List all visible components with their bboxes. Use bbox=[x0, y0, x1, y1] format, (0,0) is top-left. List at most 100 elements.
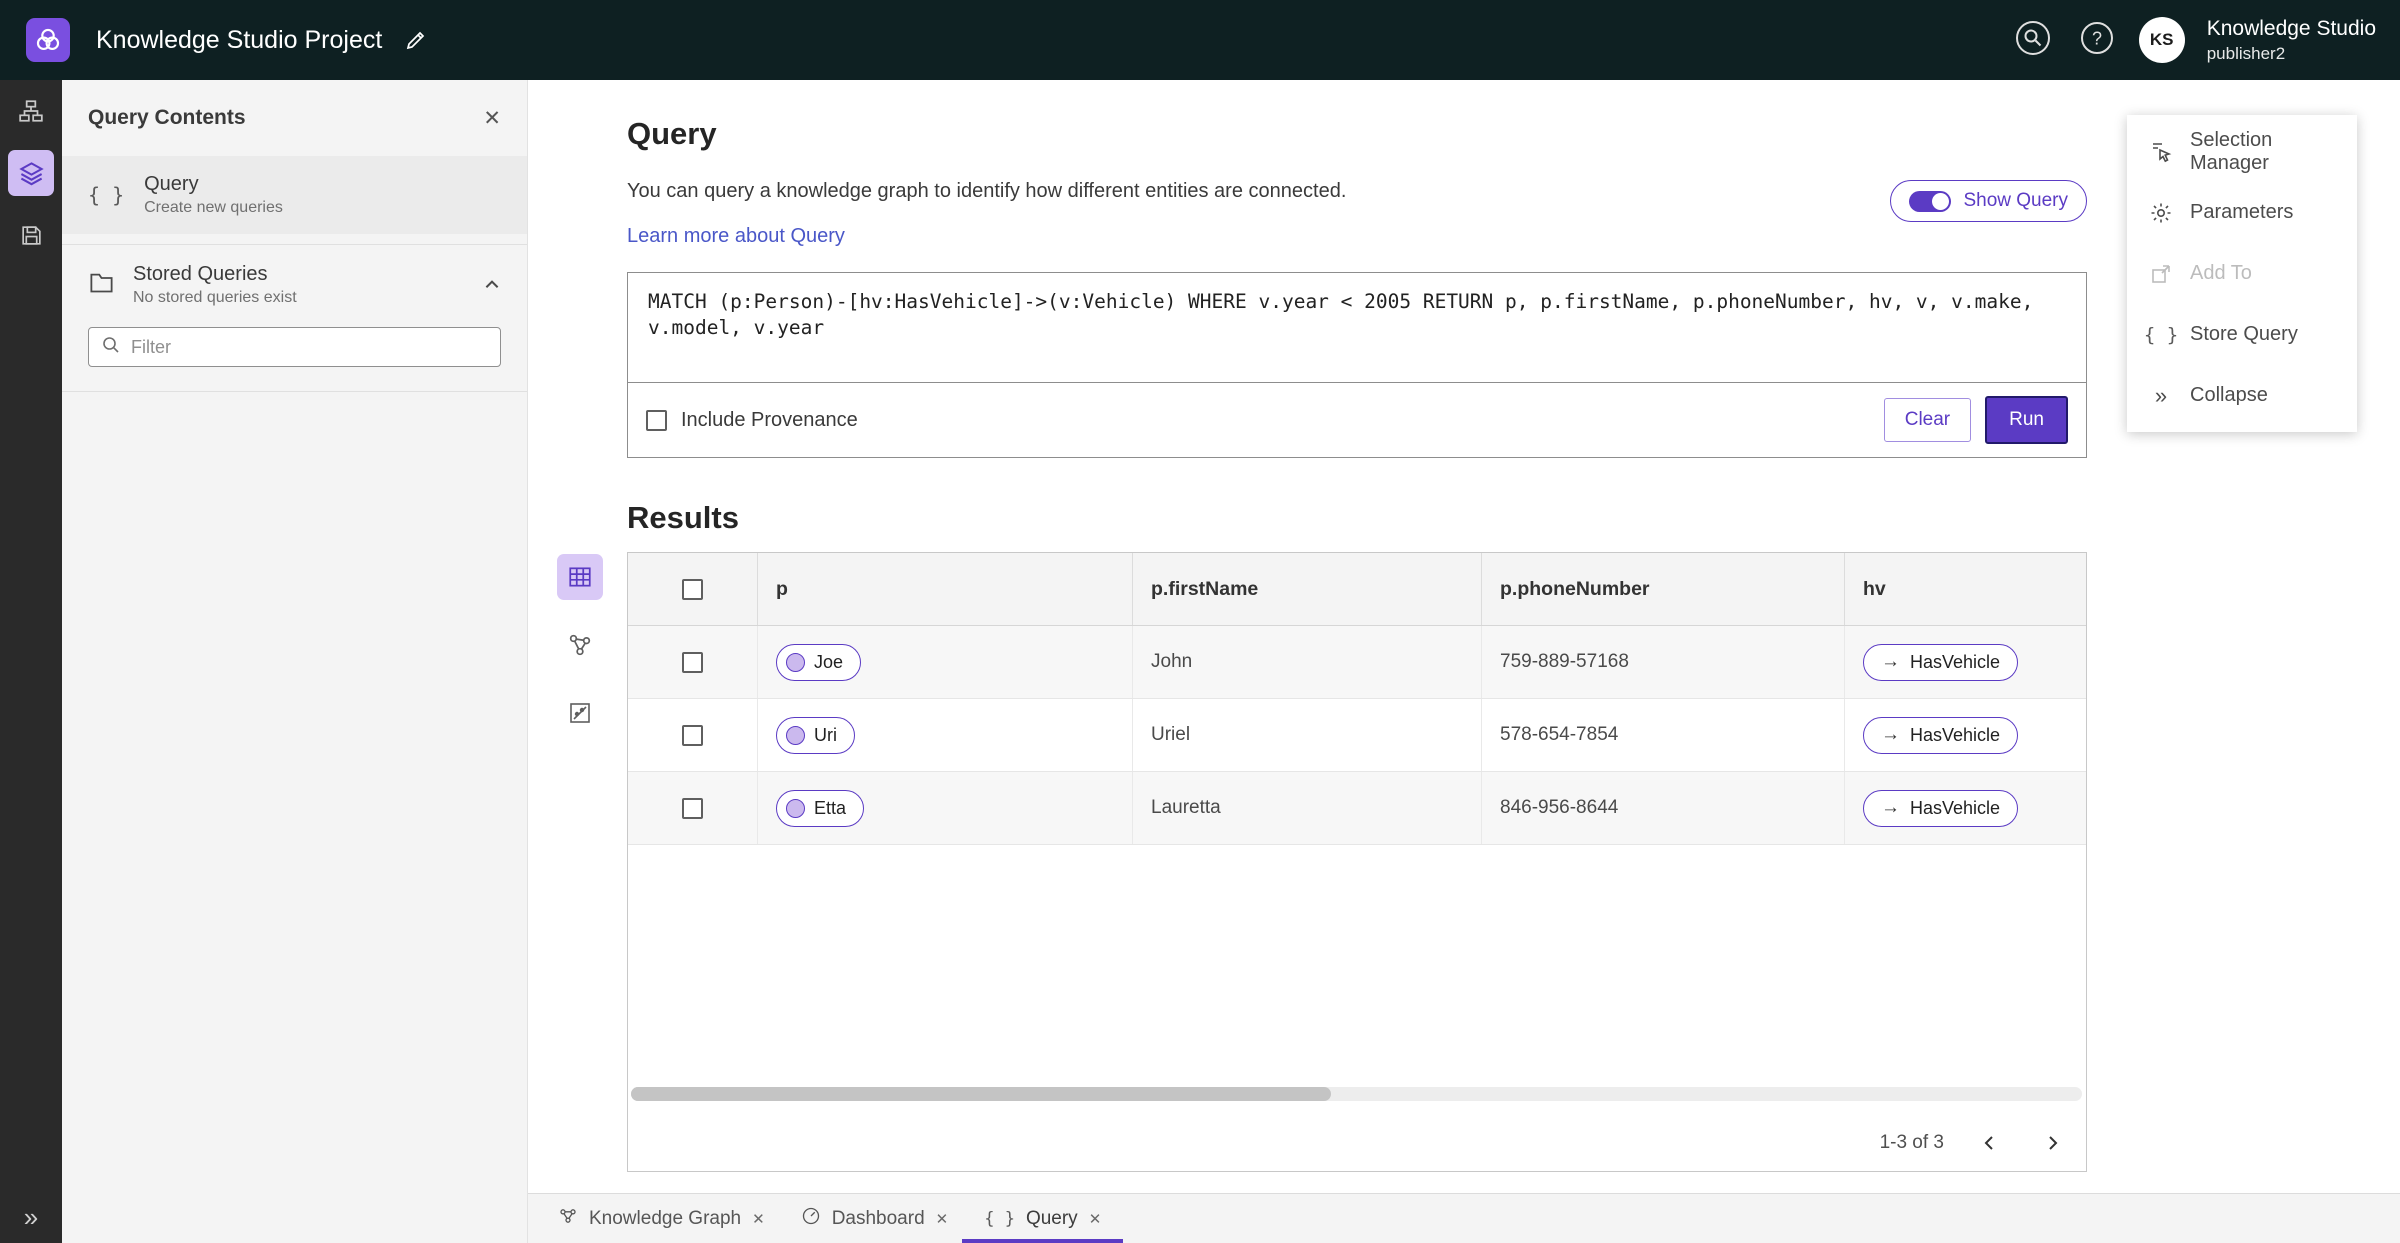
results-title: Results bbox=[627, 500, 739, 535]
tab-knowledge-graph[interactable]: Knowledge Graph ✕ bbox=[540, 1194, 783, 1243]
query-controls: Include Provenance Clear Run bbox=[628, 383, 2086, 457]
node-icon bbox=[786, 798, 805, 818]
graph-view-button[interactable] bbox=[557, 622, 603, 668]
edge-label: HasVehicle bbox=[1910, 797, 2001, 818]
collapse-icon: » bbox=[2154, 382, 2168, 408]
node-pill[interactable]: Etta bbox=[776, 789, 865, 827]
panel-title: Query Contents bbox=[88, 106, 246, 129]
user-role: publisher2 bbox=[2206, 43, 2286, 63]
column-header-firstname[interactable]: p.firstName bbox=[1133, 553, 1482, 625]
row-checkbox[interactable] bbox=[682, 651, 703, 673]
scrollbar-thumb[interactable] bbox=[631, 1087, 1331, 1101]
chart-view-button[interactable] bbox=[557, 690, 603, 736]
sidebar-item-query[interactable]: { } Query Create new queries bbox=[62, 156, 527, 234]
horizontal-scrollbar[interactable] bbox=[631, 1087, 2082, 1101]
select-all-checkbox[interactable] bbox=[682, 578, 703, 600]
query-textarea[interactable]: MATCH (p:Person)-[hv:HasVehicle]->(v:Veh… bbox=[628, 273, 2086, 383]
add-to-icon bbox=[2149, 262, 2173, 286]
rail-item-layers[interactable] bbox=[0, 142, 62, 204]
cell-phonenumber: 846-956-8644 bbox=[1482, 772, 1845, 844]
rail-item-schema[interactable] bbox=[0, 80, 62, 142]
layers-icon bbox=[8, 150, 54, 196]
node-label: Joe bbox=[814, 651, 844, 672]
table-header-row: p p.firstName p.phoneNumber hv bbox=[628, 553, 2086, 626]
gear-icon bbox=[2149, 201, 2173, 225]
query-item-sublabel: Create new queries bbox=[144, 199, 283, 216]
edit-title-icon[interactable] bbox=[404, 28, 428, 52]
save-icon bbox=[19, 223, 44, 248]
cell-firstname: Uriel bbox=[1133, 699, 1482, 771]
menu-item-parameters[interactable]: Parameters bbox=[2127, 182, 2357, 243]
filter-field bbox=[88, 327, 501, 367]
main-area: Query You can query a knowledge graph to… bbox=[528, 80, 2400, 1193]
node-label: Uri bbox=[814, 724, 837, 745]
edge-pill[interactable]: → HasVehicle bbox=[1863, 789, 2019, 827]
menu-item-collapse[interactable]: » Collapse bbox=[2127, 365, 2357, 426]
table-row[interactable]: Etta Lauretta 846-956-8644 → HasVehicle bbox=[628, 772, 2086, 845]
query-contents-panel: Query Contents ✕ { } Query Create new qu… bbox=[62, 80, 528, 1243]
results-table: p p.firstName p.phoneNumber hv Joe John … bbox=[627, 552, 2087, 1172]
app-logo-icon[interactable] bbox=[26, 18, 70, 62]
user-name: Knowledge Studio bbox=[2206, 17, 2376, 41]
braces-icon: { } bbox=[88, 183, 125, 207]
arrow-right-icon: → bbox=[1881, 797, 1900, 818]
chevron-left-icon[interactable] bbox=[1974, 1127, 2006, 1159]
arrow-right-icon: → bbox=[1881, 651, 1900, 672]
tab-query[interactable]: { } Query ✕ bbox=[962, 1194, 1124, 1243]
close-icon[interactable]: ✕ bbox=[1089, 1210, 1102, 1228]
close-icon[interactable]: ✕ bbox=[936, 1210, 949, 1228]
cell-phonenumber: 759-889-57168 bbox=[1482, 626, 1845, 698]
search-icon[interactable] bbox=[2011, 16, 2055, 65]
search-icon bbox=[101, 335, 121, 360]
menu-item-label: Parameters bbox=[2190, 201, 2294, 223]
chevron-up-icon[interactable] bbox=[483, 276, 501, 294]
chevron-right-icon[interactable] bbox=[2036, 1127, 2068, 1159]
avatar[interactable]: KS bbox=[2138, 17, 2185, 63]
close-icon[interactable]: ✕ bbox=[752, 1210, 765, 1228]
rail-item-save[interactable] bbox=[0, 204, 62, 266]
close-icon[interactable]: ✕ bbox=[483, 106, 501, 131]
node-pill[interactable]: Joe bbox=[776, 643, 862, 681]
show-query-toggle[interactable]: Show Query bbox=[1890, 180, 2087, 222]
stored-queries-label: Stored Queries bbox=[133, 263, 268, 285]
project-title: Knowledge Studio Project bbox=[96, 25, 383, 54]
svg-text:?: ? bbox=[2092, 28, 2102, 48]
menu-item-store-query[interactable]: { } Store Query bbox=[2127, 304, 2357, 365]
table-view-button[interactable] bbox=[557, 554, 603, 600]
folder-icon bbox=[88, 269, 115, 301]
edge-pill[interactable]: → HasVehicle bbox=[1863, 643, 2019, 681]
tab-dashboard[interactable]: Dashboard ✕ bbox=[783, 1194, 967, 1243]
row-checkbox[interactable] bbox=[682, 797, 703, 819]
left-icon-rail: » bbox=[0, 80, 62, 1243]
column-header-hv[interactable]: hv bbox=[1845, 553, 2086, 625]
help-icon[interactable]: ? bbox=[2077, 18, 2117, 63]
stored-queries-header[interactable]: Stored Queries No stored queries exist bbox=[62, 245, 527, 325]
node-pill[interactable]: Uri bbox=[776, 716, 855, 754]
user-info[interactable]: Knowledge Studio publisher2 bbox=[2207, 16, 2376, 64]
results-view-toolbar bbox=[555, 554, 605, 736]
node-icon bbox=[786, 652, 805, 672]
row-checkbox[interactable] bbox=[682, 724, 703, 746]
schema-icon bbox=[18, 98, 44, 124]
learn-more-link[interactable]: Learn more about Query bbox=[627, 225, 845, 248]
menu-item-label: Selection Manager bbox=[2190, 128, 2273, 174]
table-row[interactable]: Uri Uriel 578-654-7854 → HasVehicle bbox=[628, 699, 2086, 772]
selection-manager-icon bbox=[2149, 140, 2173, 164]
bottom-tab-bar: Knowledge Graph ✕ Dashboard ✕ { } Query … bbox=[528, 1193, 2400, 1243]
include-provenance-checkbox[interactable] bbox=[646, 409, 667, 431]
column-header-p[interactable]: p bbox=[758, 553, 1133, 625]
menu-item-label: Add To bbox=[2190, 262, 2252, 284]
filter-input[interactable] bbox=[131, 336, 488, 358]
panel-header: Query Contents ✕ bbox=[62, 80, 527, 156]
tab-label: Query bbox=[1025, 1207, 1078, 1229]
table-row[interactable]: Joe John 759-889-57168 → HasVehicle bbox=[628, 626, 2086, 699]
query-item-label: Query bbox=[144, 173, 199, 195]
menu-item-selection-manager[interactable]: Selection Manager bbox=[2127, 121, 2357, 182]
edge-pill[interactable]: → HasVehicle bbox=[1863, 716, 2019, 754]
pagination-label: 1-3 of 3 bbox=[1879, 1132, 1944, 1153]
column-header-phonenumber[interactable]: p.phoneNumber bbox=[1482, 553, 1845, 625]
run-button[interactable]: Run bbox=[1985, 396, 2068, 444]
clear-button[interactable]: Clear bbox=[1883, 398, 1972, 442]
expand-rail-icon[interactable]: » bbox=[0, 1202, 62, 1233]
include-provenance-label: Include Provenance bbox=[681, 408, 858, 431]
